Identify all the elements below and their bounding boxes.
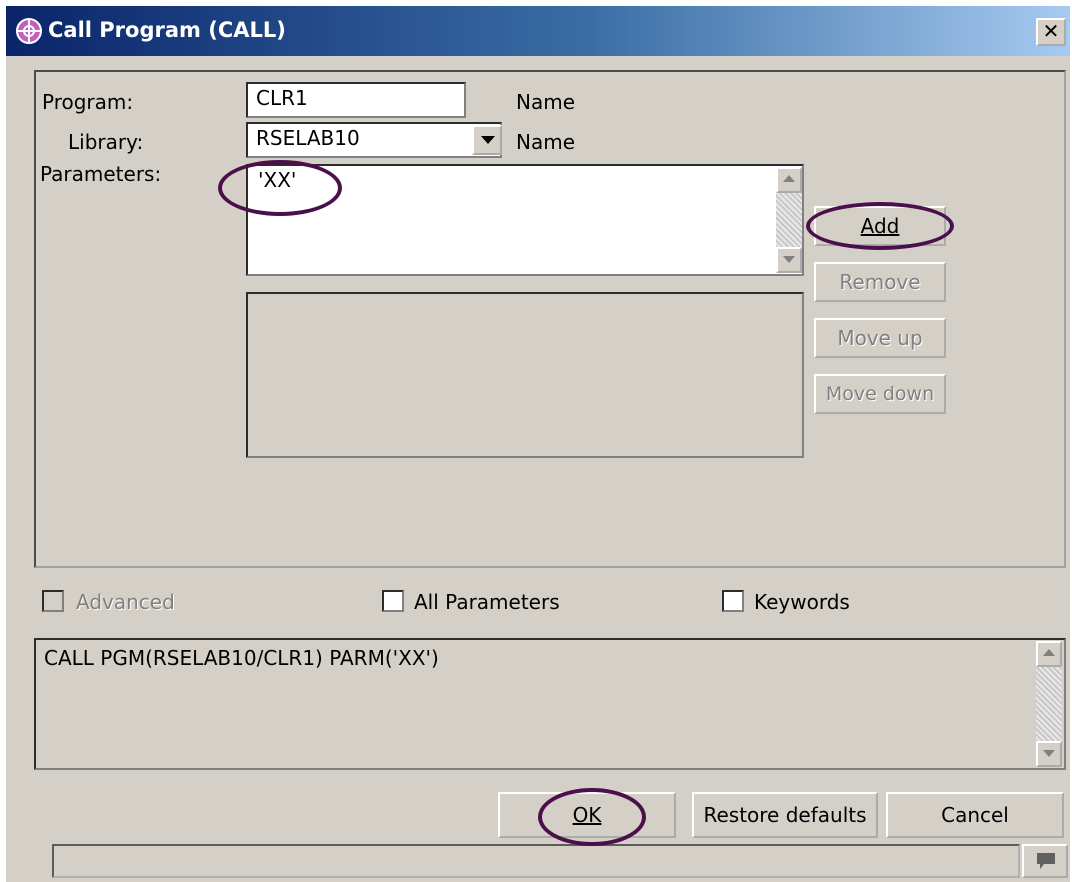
move-up-button[interactable]: Move up: [814, 318, 946, 358]
scroll-up-icon[interactable]: [1036, 641, 1062, 667]
annotation-oval: [538, 788, 646, 846]
scroll-up-icon[interactable]: [776, 167, 802, 193]
remove-button[interactable]: Remove: [814, 262, 946, 302]
status-bar: [52, 844, 1020, 878]
speech-bubble-icon: [1037, 853, 1055, 869]
program-label: Program:: [42, 90, 134, 114]
close-button[interactable]: ✕: [1036, 18, 1066, 46]
move-down-button[interactable]: Move down: [814, 374, 946, 414]
command-preview: CALL PGM(RSELAB10/CLR1) PARM('XX'): [34, 638, 1066, 770]
annotation-oval: [806, 202, 954, 250]
close-icon: ✕: [1042, 19, 1060, 43]
library-combo[interactable]: RSELAB10: [246, 122, 502, 158]
chevron-down-icon[interactable]: [472, 125, 502, 155]
advanced-checkbox[interactable]: [42, 590, 64, 612]
annotation-oval: [218, 160, 342, 216]
advanced-label: Advanced: [76, 590, 175, 614]
library-label: Library:: [68, 130, 144, 154]
status-button[interactable]: [1022, 844, 1068, 878]
program-input[interactable]: CLR1: [246, 82, 466, 118]
scroll-down-icon[interactable]: [776, 247, 802, 273]
dialog-title: Call Program (CALL): [48, 18, 286, 42]
command-text: CALL PGM(RSELAB10/CLR1) PARM('XX'): [44, 646, 439, 670]
dialog-window: Call Program (CALL) ✕ Program: CLR1 Name…: [6, 6, 1070, 882]
all-parameters-label: All Parameters: [414, 590, 560, 614]
cancel-button[interactable]: Cancel: [886, 792, 1064, 838]
library-hint: Name: [516, 130, 576, 154]
keywords-checkbox[interactable]: [722, 590, 744, 612]
keywords-label: Keywords: [754, 590, 850, 614]
all-parameters-checkbox[interactable]: [382, 590, 404, 612]
scroll-down-icon[interactable]: [1036, 741, 1062, 767]
parameters-label: Parameters:: [40, 162, 162, 186]
app-icon: [16, 18, 42, 44]
parameters-list[interactable]: [246, 292, 804, 458]
title-bar[interactable]: Call Program (CALL) ✕: [6, 6, 1070, 56]
program-hint: Name: [516, 90, 576, 114]
restore-defaults-button[interactable]: Restore defaults: [692, 792, 878, 838]
